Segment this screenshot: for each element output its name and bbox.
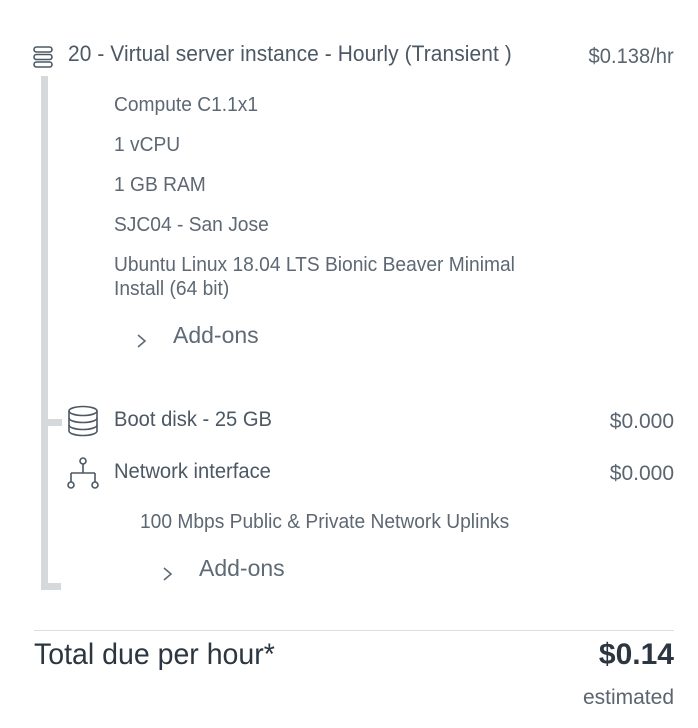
server-stack-icon xyxy=(33,46,53,68)
addons-label: Add-ons xyxy=(199,555,285,581)
network-uplink-detail: 100 Mbps Public & Private Network Uplink… xyxy=(140,511,510,533)
total-divider xyxy=(34,630,674,631)
boot-disk-price: $0.000 xyxy=(609,410,674,433)
spec-ram: 1 GB RAM xyxy=(114,174,206,196)
group-bracket-end xyxy=(41,583,61,590)
network-addons-toggle[interactable]: Add-ons xyxy=(161,555,285,582)
spec-location: SJC04 - San Jose xyxy=(114,214,269,236)
chevron-right-icon xyxy=(135,328,149,348)
instance-title: 20 - Virtual server instance - Hourly (T… xyxy=(68,41,512,66)
addons-label: Add-ons xyxy=(173,322,259,348)
estimated-note: estimated xyxy=(582,686,674,709)
group-bracket-tick xyxy=(48,419,62,426)
total-value: $0.14 xyxy=(598,638,674,671)
boot-disk-title: Boot disk - 25 GB xyxy=(114,408,272,431)
group-bracket xyxy=(41,76,48,590)
chevron-right-icon xyxy=(161,561,175,581)
total-label: Total due per hour* xyxy=(34,638,275,671)
spec-os: Ubuntu Linux 18.04 LTS Bionic Beaver Min… xyxy=(114,254,515,300)
network-tree-icon xyxy=(67,457,99,489)
database-disk-icon xyxy=(67,405,99,437)
instance-addons-toggle[interactable]: Add-ons xyxy=(135,322,259,349)
instance-price: $0.138/hr xyxy=(588,45,674,68)
network-interface-price: $0.000 xyxy=(609,462,674,485)
network-interface-title: Network interface xyxy=(114,460,271,483)
spec-compute: Compute C1.1x1 xyxy=(114,94,259,116)
spec-vcpu: 1 vCPU xyxy=(114,134,181,156)
